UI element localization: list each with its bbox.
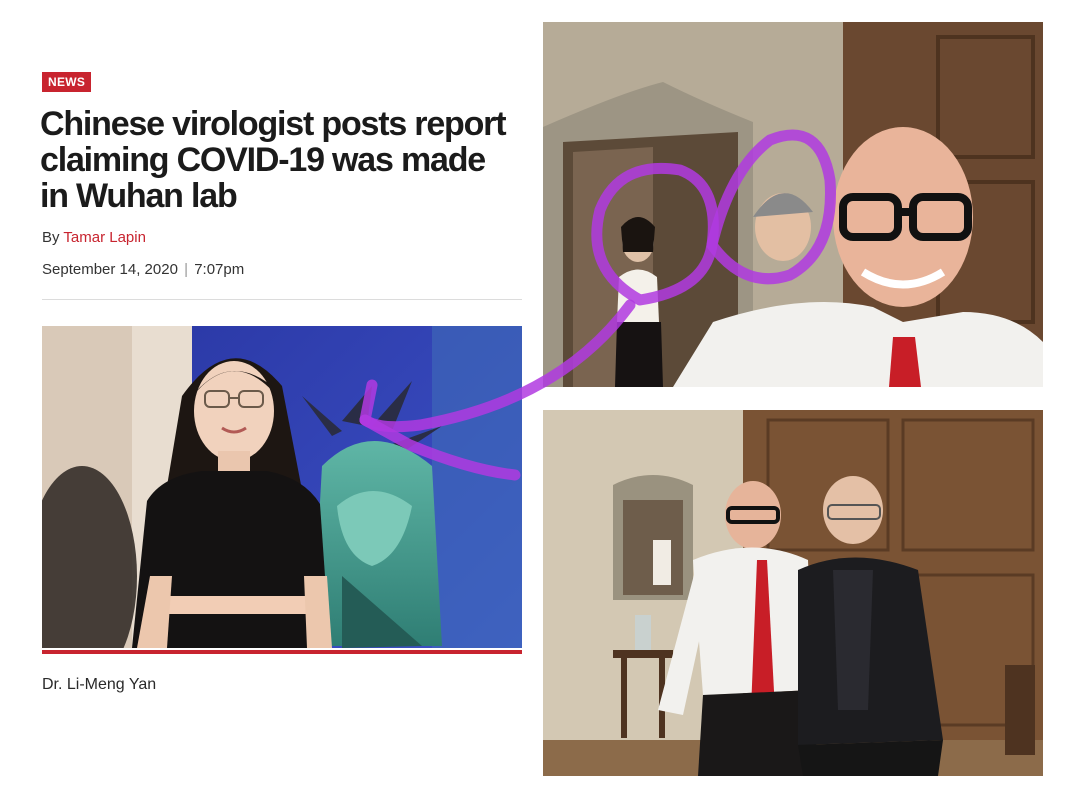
dateline: September 14, 2020 | 7:07pm bbox=[42, 261, 244, 278]
photo-caption: Dr. Li-Meng Yan bbox=[42, 676, 157, 693]
mirror-scene-illustration bbox=[543, 22, 1043, 387]
publish-date: September 14, 2020 bbox=[42, 261, 178, 278]
byline-prefix: By bbox=[42, 229, 64, 246]
photo-mirror-reflection[interactable] bbox=[543, 22, 1043, 387]
author-link[interactable]: Tamar Lapin bbox=[63, 229, 146, 246]
two-men-illustration bbox=[543, 410, 1043, 776]
article-photo[interactable] bbox=[42, 326, 522, 648]
photo-two-men[interactable] bbox=[543, 410, 1043, 776]
date-separator: | bbox=[184, 261, 189, 278]
photo-red-rule bbox=[42, 650, 522, 654]
byline: By Tamar Lapin bbox=[42, 229, 146, 246]
news-badge[interactable]: NEWS bbox=[42, 72, 92, 92]
publish-time: 7:07pm bbox=[194, 261, 245, 278]
portrait-illustration bbox=[42, 326, 522, 648]
header-divider bbox=[42, 299, 522, 300]
article-headline[interactable]: Chinese virologist posts report claiming… bbox=[40, 106, 510, 214]
